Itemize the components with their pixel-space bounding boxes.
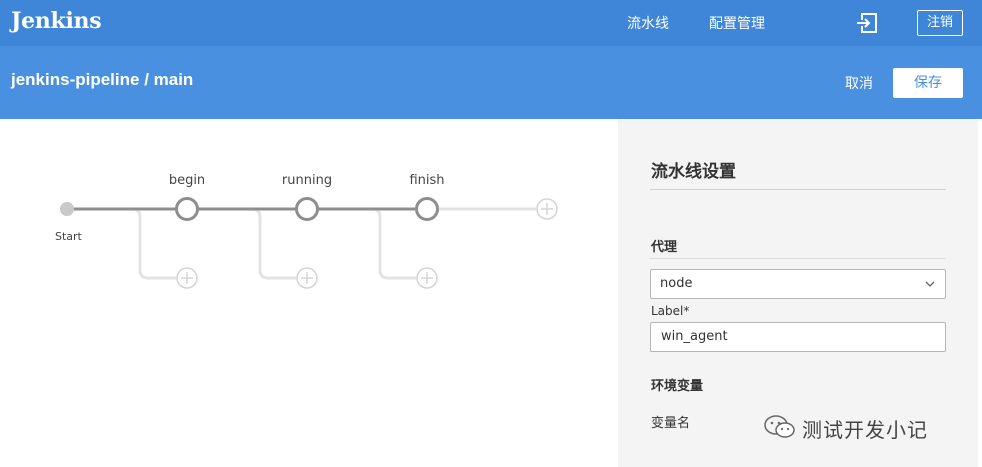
agent-section-title: 代理	[651, 240, 678, 255]
agent-select[interactable]: node	[650, 269, 946, 299]
stage-node-running[interactable]	[295, 197, 319, 221]
stage-node-finish[interactable]	[415, 197, 439, 221]
add-parallel-stage-icon[interactable]	[416, 267, 438, 289]
start-label: Start	[55, 230, 83, 243]
top-bar: Jenkins 流水线 配置管理 注销	[0, 0, 982, 46]
add-parallel-stage-icon[interactable]	[296, 267, 318, 289]
sign-out-icon[interactable]	[856, 12, 878, 34]
nav-pipelines-link[interactable]: 流水线	[627, 13, 669, 33]
save-button[interactable]: 保存	[893, 68, 963, 98]
wechat-icon	[764, 415, 795, 438]
nav-admin-link[interactable]: 配置管理	[709, 13, 765, 33]
pipeline-editor-canvas: Start begin running finish	[0, 119, 618, 467]
branch-connector	[371, 207, 416, 280]
watermark: 测试开发小记	[762, 410, 972, 444]
env-name-column-header: 变量名	[651, 416, 691, 431]
divider	[650, 258, 946, 259]
logout-button[interactable]: 注销	[917, 10, 963, 36]
agent-select-value: node	[660, 276, 693, 291]
start-node	[60, 202, 74, 216]
jenkins-logo[interactable]: Jenkins	[11, 8, 102, 34]
label-input[interactable]: win_agent	[650, 322, 946, 352]
env-section-title: 环境变量	[651, 379, 704, 394]
add-parallel-stage-icon[interactable]	[176, 267, 198, 289]
watermark-text: 测试开发小记	[802, 418, 928, 442]
page-title: jenkins-pipeline / main	[11, 70, 194, 89]
pipeline-header: jenkins-pipeline / main 取消 保存	[0, 46, 982, 119]
panel-title: 流水线设置	[651, 162, 736, 182]
add-stage-icon[interactable]	[536, 198, 558, 220]
stage-node-begin[interactable]	[175, 197, 199, 221]
branch-connector	[251, 207, 296, 280]
label-field-caption: Label*	[651, 304, 690, 318]
divider	[650, 189, 946, 190]
cancel-button[interactable]: 取消	[845, 73, 873, 93]
stage-label-begin: begin	[169, 173, 205, 188]
branch-connector	[131, 207, 176, 280]
chevron-down-icon	[925, 281, 935, 287]
stage-label-running: running	[282, 173, 332, 188]
pipeline-graph: Start begin running finish	[55, 173, 558, 289]
stage-label-finish: finish	[409, 173, 444, 188]
